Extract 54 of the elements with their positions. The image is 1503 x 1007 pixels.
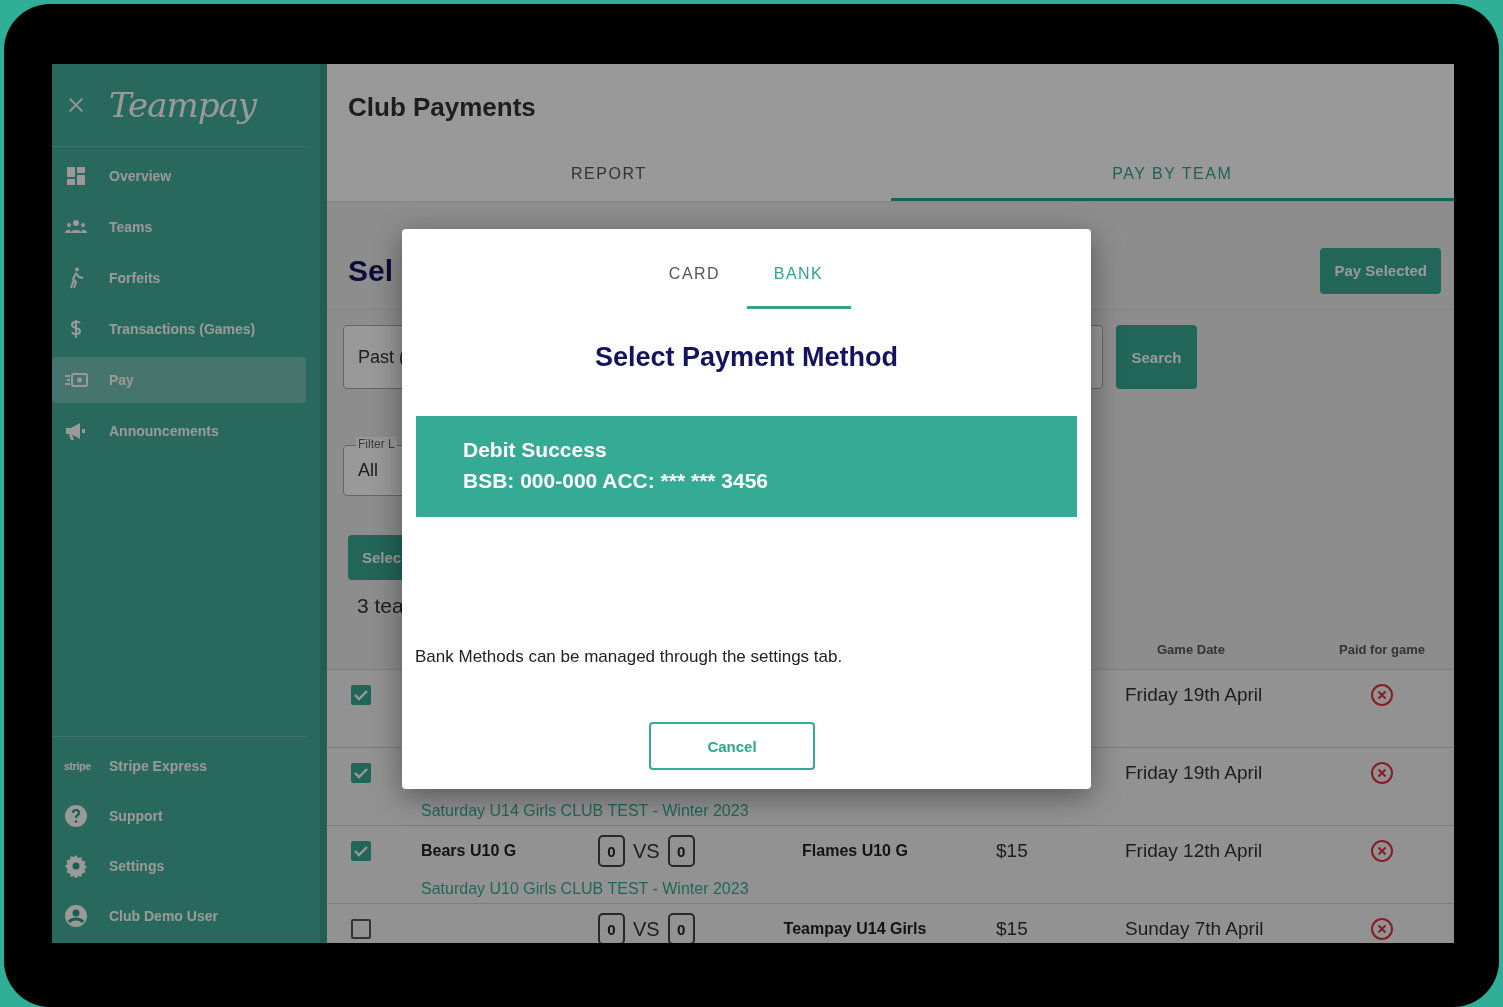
tab[interactable]: BANK — [746, 242, 851, 309]
team-count: 3 tea — [357, 593, 405, 618]
game-date: Friday 19th April — [1125, 762, 1263, 783]
search-button[interactable]: Search — [1116, 325, 1197, 389]
bank-name: Debit Success — [463, 438, 608, 462]
score-box: 0 — [598, 835, 625, 867]
section-heading: Sel — [348, 253, 394, 288]
sidebar-item[interactable]: Pay — [52, 357, 306, 403]
row-checkbox[interactable] — [351, 841, 371, 861]
home-team: Bears U10 G — [421, 842, 517, 859]
sidebar-item[interactable]: Support — [52, 793, 306, 839]
game-date: Sunday 7th April — [1125, 918, 1264, 939]
score-box: 0 — [667, 913, 695, 943]
tab[interactable]: REPORT — [327, 150, 891, 201]
dashboard-icon — [64, 164, 88, 188]
away-team: Flames U10 G — [802, 842, 908, 859]
versus-label: VS — [633, 917, 660, 941]
sidebar-item[interactable]: Overview — [52, 153, 306, 199]
sidebar-item[interactable]: Forfeits — [52, 255, 306, 301]
row-checkbox[interactable] — [351, 685, 371, 705]
row-checkbox[interactable] — [351, 763, 371, 783]
game-date: Friday 19th April — [1125, 684, 1263, 705]
user-icon — [64, 904, 88, 928]
amount: $15 — [996, 840, 1028, 861]
league-link[interactable]: Saturday U10 Girls CLUB TEST - Winter 2023 — [327, 880, 749, 898]
tab[interactable]: PAY BY TEAM — [890, 150, 1454, 201]
close-icon[interactable] — [67, 96, 85, 114]
versus-label: VS — [633, 839, 660, 863]
dialog-title: Select Payment Method — [593, 342, 900, 373]
sidebar-item[interactable]: Teams — [52, 204, 306, 250]
away-team: Teampay U14 Girls — [783, 920, 927, 937]
settings-icon — [64, 854, 88, 878]
page-title: Club Payments — [348, 91, 536, 123]
cancel-button[interactable]: Cancel — [649, 722, 815, 770]
sidebar-item[interactable]: Transactions (Games) — [52, 306, 306, 352]
column-header: Paid for game — [1338, 641, 1426, 657]
score-box: 0 — [598, 913, 625, 943]
tab[interactable]: CARD — [642, 242, 747, 309]
help-icon — [64, 804, 88, 828]
sidebar-item[interactable]: Announcements — [52, 408, 306, 454]
game-date: Friday 12th April — [1125, 840, 1263, 861]
pay-selected-button[interactable]: Pay Selected — [1320, 247, 1441, 294]
bank-account-card[interactable]: Debit Success BSB: 000-000 ACC: *** *** 3456 — [416, 416, 1077, 517]
column-header: Game Date — [1156, 641, 1226, 657]
sidebar-item[interactable]: stripe Stripe Express — [52, 743, 306, 789]
bank-details: BSB: 000-000 ACC: *** *** 3456 — [463, 469, 770, 493]
score-box: 0 — [667, 835, 695, 867]
league-link[interactable]: Saturday U14 Girls CLUB TEST - Winter 2023 — [327, 802, 749, 820]
sidebar-item[interactable]: Club Demo User — [52, 893, 306, 939]
logo: Teampay — [109, 85, 256, 125]
note-text: Bank Methods can be managed through the settings tab. — [415, 647, 844, 667]
row-checkbox[interactable] — [351, 919, 371, 939]
sidebar-item[interactable]: Settings — [52, 843, 306, 889]
amount: $15 — [996, 918, 1028, 939]
